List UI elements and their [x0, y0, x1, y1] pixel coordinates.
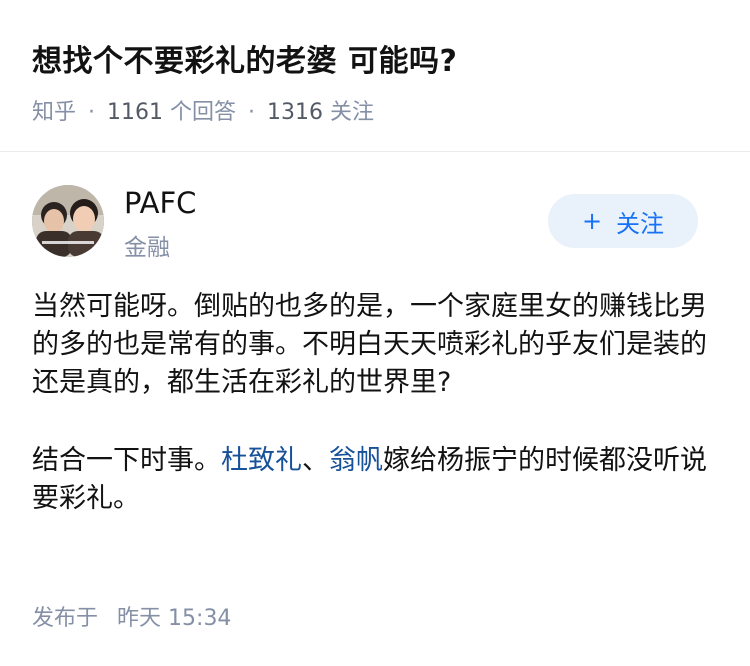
answer-paragraph-1: 当然可能呀。倒贴的也多的是，一个家庭里女的赚钱比男的多的也是常有的事。不明白天天…: [32, 291, 707, 398]
question-header: 想找个不要彩礼的老婆 可能吗? 知乎 · 1161 个回答 · 1316 关注: [0, 0, 750, 150]
author-card: PAFC 金融 + 关注: [0, 152, 750, 262]
link-weng-fan[interactable]: 翁帆: [329, 445, 383, 476]
p2-prefix: 结合一下时事。: [32, 445, 221, 476]
answer-paragraph-2: 结合一下时事。杜致礼、翁帆嫁给杨振宁的时候都没听说要彩礼。: [32, 442, 722, 518]
publish-info: 发布于 昨天 15:34: [32, 600, 231, 632]
publish-day: 昨天: [117, 606, 162, 631]
link-du-zhili[interactable]: 杜致礼: [221, 445, 302, 476]
p2-separator: 、: [302, 445, 329, 476]
answers-label: 个回答: [170, 100, 237, 125]
followers-label: 关注: [330, 100, 375, 125]
meta-separator: ·: [248, 100, 256, 125]
publish-label: 发布于: [32, 606, 99, 631]
avatar-image: [32, 185, 104, 257]
answer-body: 当然可能呀。倒贴的也多的是，一个家庭里女的赚钱比男的多的也是常有的事。不明白天天…: [32, 288, 722, 518]
author-field: 金融: [124, 235, 170, 261]
avatar[interactable]: [32, 185, 104, 257]
question-meta: 知乎 · 1161 个回答 · 1316 关注: [32, 94, 374, 126]
meta-separator: ·: [88, 100, 96, 125]
follow-button[interactable]: + 关注: [548, 194, 698, 248]
follow-label: 关注: [616, 209, 665, 238]
plus-icon: +: [581, 207, 603, 235]
answers-count: 1161: [107, 100, 164, 125]
source-label[interactable]: 知乎: [32, 100, 76, 125]
followers-count: 1316: [267, 100, 324, 125]
publish-time: 15:34: [168, 606, 232, 631]
question-title[interactable]: 想找个不要彩礼的老婆 可能吗?: [32, 36, 457, 80]
author-name[interactable]: PAFC: [124, 186, 196, 220]
